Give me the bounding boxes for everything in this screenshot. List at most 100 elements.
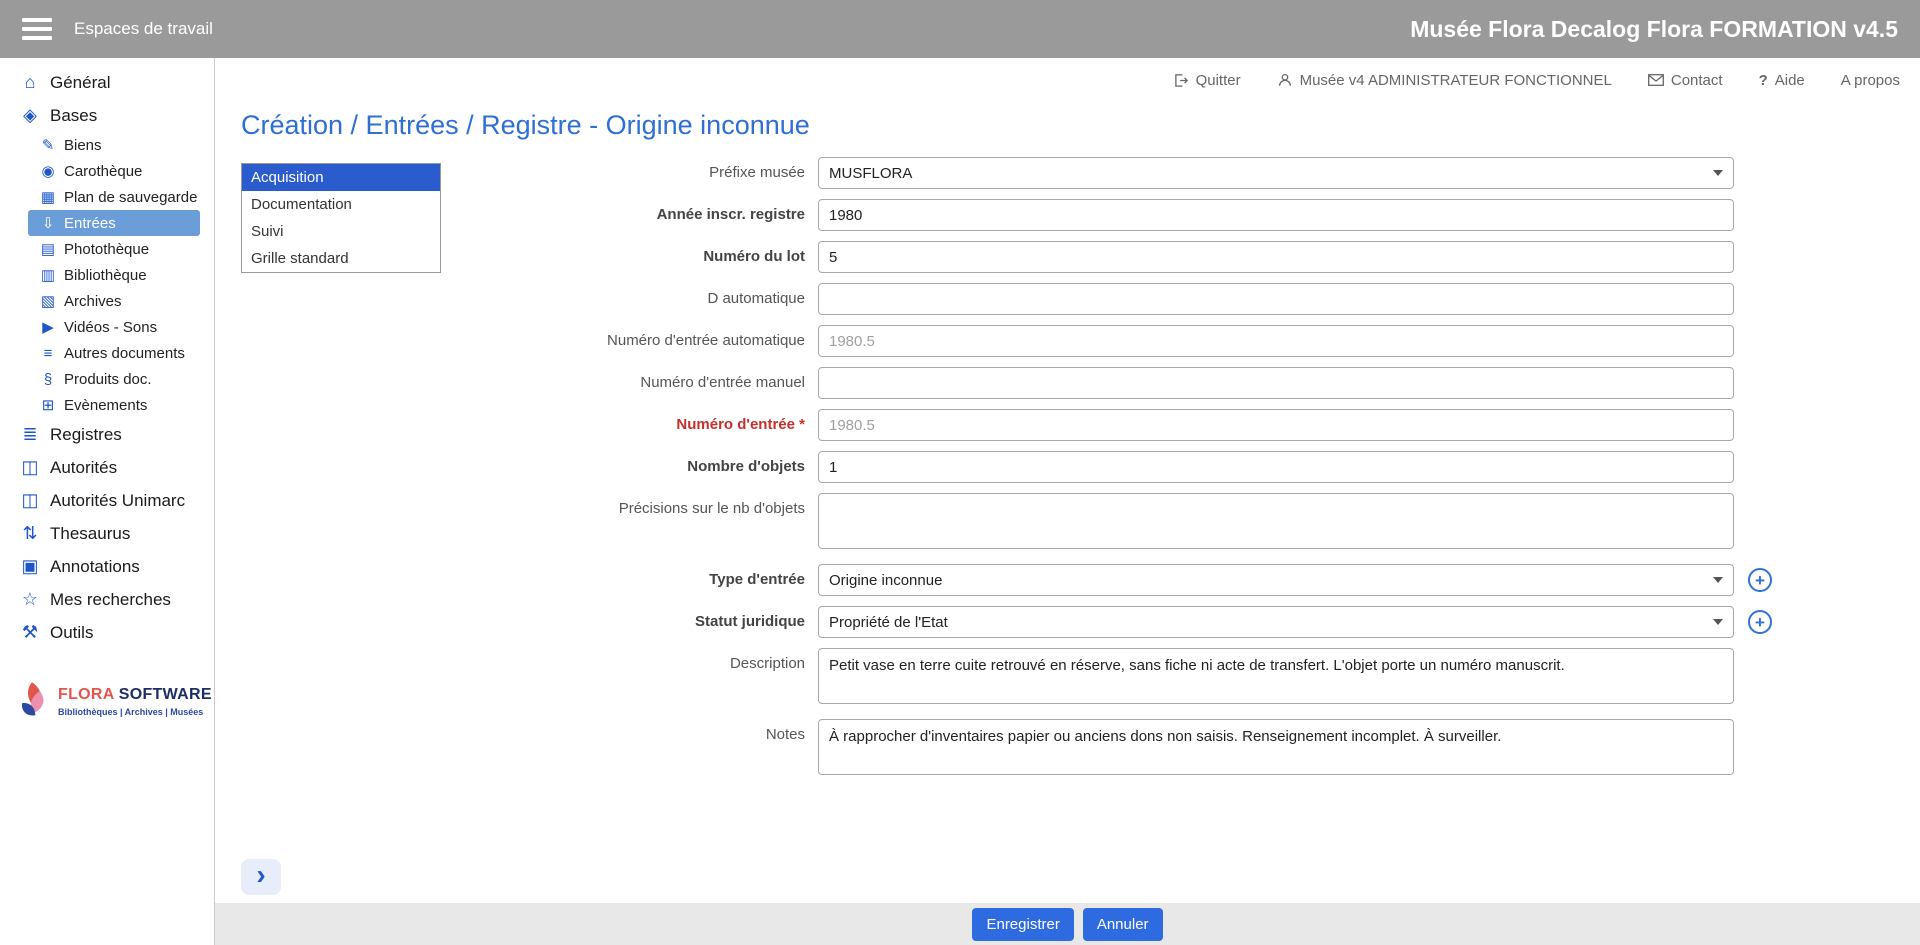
- sidebar-item-annotations[interactable]: ▣Annotations: [0, 550, 214, 583]
- save-button[interactable]: Enregistrer: [972, 908, 1073, 941]
- thesaurus-sort-icon: ⇅: [17, 523, 43, 544]
- aide-button[interactable]: ? Aide: [1759, 72, 1805, 89]
- brand-software: SOFTWARE: [119, 686, 212, 703]
- sidebar-item-autorites-unimarc[interactable]: ◫ Autorités Unimarc: [0, 484, 214, 517]
- textarea-description[interactable]: [818, 648, 1734, 704]
- library-icon: ▥: [38, 266, 58, 284]
- sidebar-item-evenements[interactable]: ⊞Evènements: [28, 392, 200, 418]
- field-label-numero-entree-automatique: Numéro d'entrée automatique: [441, 325, 818, 349]
- field-label-nombre-objets: Nombre d'objets: [441, 451, 818, 475]
- field-control-nombre-objets: [818, 451, 1734, 483]
- app-body: ⌂Général ◈ Bases ✎Biens◉Carothèque ▦ Plan de …: [0, 58, 1920, 945]
- sidebar-item-carotheque[interactable]: ◉Carothèque: [28, 158, 200, 184]
- input-numero-entree-automatique[interactable]: [818, 325, 1734, 357]
- user-menu[interactable]: Musée v4 ADMINISTRATEUR FONCTIONNEL: [1277, 72, 1612, 89]
- tag-icon: ◈: [17, 105, 43, 126]
- sidebar-item-general[interactable]: ⌂Général: [0, 66, 214, 99]
- quitter-label: Quitter: [1196, 72, 1241, 89]
- core-sample-icon: ◉: [38, 162, 58, 180]
- chevron-down-icon: [1713, 170, 1723, 176]
- select-prefixe-musee[interactable]: MUSFLORA: [818, 157, 1734, 189]
- menu-icon[interactable]: [22, 18, 52, 40]
- backup-plan-icon: ▦: [38, 188, 58, 206]
- calendar-icon: ⊞: [38, 396, 58, 414]
- form-row-type-entree: Type d'entréeOrigine inconnue+: [441, 564, 1772, 596]
- user-icon: [1277, 72, 1293, 88]
- top-bar: Espaces de travail Musée Flora Decalog F…: [0, 0, 1920, 58]
- main-area: Quitter Musée v4 ADMINISTRATEUR FONCTION…: [215, 58, 1920, 945]
- logout-icon: [1174, 73, 1189, 88]
- select-statut-juridique[interactable]: Propriété de l'Etat: [818, 606, 1734, 638]
- sidebar-item-archives[interactable]: ▧Archives: [28, 288, 200, 314]
- sidebar-item-autres-documents[interactable]: ≡Autres documents: [28, 340, 200, 366]
- input-nombre-objets[interactable]: [818, 451, 1734, 483]
- input-numero-entree-manuel[interactable]: [818, 367, 1734, 399]
- authorities-unimarc-icon: ◫: [17, 490, 43, 511]
- form-row-prefixe-musee: Préfixe muséeMUSFLORA: [441, 157, 1772, 189]
- input-annee-inscr-registre[interactable]: [818, 199, 1734, 231]
- form-row-d-automatique: D automatique: [441, 283, 1772, 315]
- sidebar-item-mes-recherches[interactable]: ☆Mes recherches: [0, 583, 214, 616]
- sidebar-item-registres[interactable]: ≣ Registres: [0, 418, 214, 451]
- brand-flora: FLORA: [58, 686, 114, 703]
- tab-suivi[interactable]: Suivi: [242, 218, 440, 245]
- field-label-numero-du-lot: Numéro du lot: [441, 241, 818, 265]
- input-d-automatique[interactable]: [818, 283, 1734, 315]
- sidebar-item-videos-sons[interactable]: ▶Vidéos - Sons: [28, 314, 200, 340]
- chevron-row: ›: [215, 859, 1920, 903]
- sidebar-item-label: Autorités: [50, 458, 117, 478]
- home-icon: ⌂: [17, 72, 43, 93]
- aide-label: Aide: [1775, 72, 1805, 89]
- field-label-statut-juridique: Statut juridique: [441, 606, 818, 630]
- sidebar-item-label: Bases: [50, 106, 97, 126]
- apropos-button[interactable]: A propos: [1841, 72, 1900, 89]
- input-numero-du-lot[interactable]: [818, 241, 1734, 273]
- tab-acquisition[interactable]: Acquisition: [242, 164, 440, 191]
- form-row-numero-entree: Numéro d'entrée *: [441, 409, 1772, 441]
- form-row-notes: Notes: [441, 719, 1772, 780]
- add-type-entree-button[interactable]: +: [1748, 568, 1772, 592]
- sidebar-item-produits-doc[interactable]: §Produits doc.: [28, 366, 200, 392]
- sidebar-item-biens[interactable]: ✎Biens: [28, 132, 200, 158]
- field-label-notes: Notes: [441, 719, 818, 743]
- sidebar-item-entrees[interactable]: ⇩Entrées: [28, 210, 200, 236]
- document-icon: ≡: [38, 345, 58, 362]
- field-label-prefixe-musee: Préfixe musée: [441, 157, 818, 181]
- sidebar-item-autorites[interactable]: ◫ Autorités: [0, 451, 214, 484]
- sidebar-item-label: Plan de sauvegarde: [64, 189, 197, 206]
- photo-icon: ▤: [38, 240, 58, 258]
- archive-box-icon: ▧: [38, 292, 58, 310]
- expand-panel-button[interactable]: ›: [241, 859, 281, 895]
- quitter-button[interactable]: Quitter: [1174, 72, 1241, 89]
- sidebar-item-label: Vidéos - Sons: [64, 319, 157, 336]
- chevron-down-icon: [1713, 577, 1723, 583]
- sidebar-item-phototheque[interactable]: ▤Photothèque: [28, 236, 200, 262]
- tab-documentation[interactable]: Documentation: [242, 191, 440, 218]
- sidebar-item-thesaurus[interactable]: ⇅Thesaurus: [0, 517, 214, 550]
- sidebar-item-label: Entrées: [64, 215, 116, 232]
- input-numero-entree[interactable]: [818, 409, 1734, 441]
- content-row: AcquisitionDocumentationSuiviGrille stan…: [215, 157, 1920, 790]
- field-control-prefixe-musee: MUSFLORA: [818, 157, 1734, 189]
- sidebar-item-label: Autorités Unimarc: [50, 491, 185, 511]
- textarea-precisions-nb-objets[interactable]: [818, 493, 1734, 549]
- tab-grille-standard[interactable]: Grille standard: [242, 245, 440, 272]
- cancel-button[interactable]: Annuler: [1083, 908, 1163, 941]
- select-value: Propriété de l'Etat: [829, 614, 948, 631]
- footer-action-bar: Enregistrer Annuler: [215, 903, 1920, 945]
- contact-button[interactable]: Contact: [1648, 72, 1723, 89]
- field-label-precisions-nb-objets: Précisions sur le nb d'objets: [441, 493, 818, 517]
- sidebar-item-label: Registres: [50, 425, 122, 445]
- textarea-notes[interactable]: [818, 719, 1734, 775]
- add-statut-juridique-button[interactable]: +: [1748, 610, 1772, 634]
- sidebar-item-bases[interactable]: ◈ Bases: [0, 99, 214, 132]
- star-icon: ☆: [17, 589, 43, 610]
- flora-logo: FLORA SOFTWARE Bibliothèques | Archives …: [10, 679, 214, 723]
- select-type-entree[interactable]: Origine inconnue: [818, 564, 1734, 596]
- sidebar-item-plan-de-sauvegarde[interactable]: ▦ Plan de sauvegarde: [28, 184, 200, 210]
- authorities-book-icon: ◫: [17, 457, 43, 478]
- sidebar-item-outils[interactable]: ⚒Outils: [0, 616, 214, 649]
- sidebar-item-bibliotheque[interactable]: ▥Bibliothèque: [28, 262, 200, 288]
- chevron-right-icon: ›: [256, 861, 265, 889]
- registers-icon: ≣: [17, 424, 43, 445]
